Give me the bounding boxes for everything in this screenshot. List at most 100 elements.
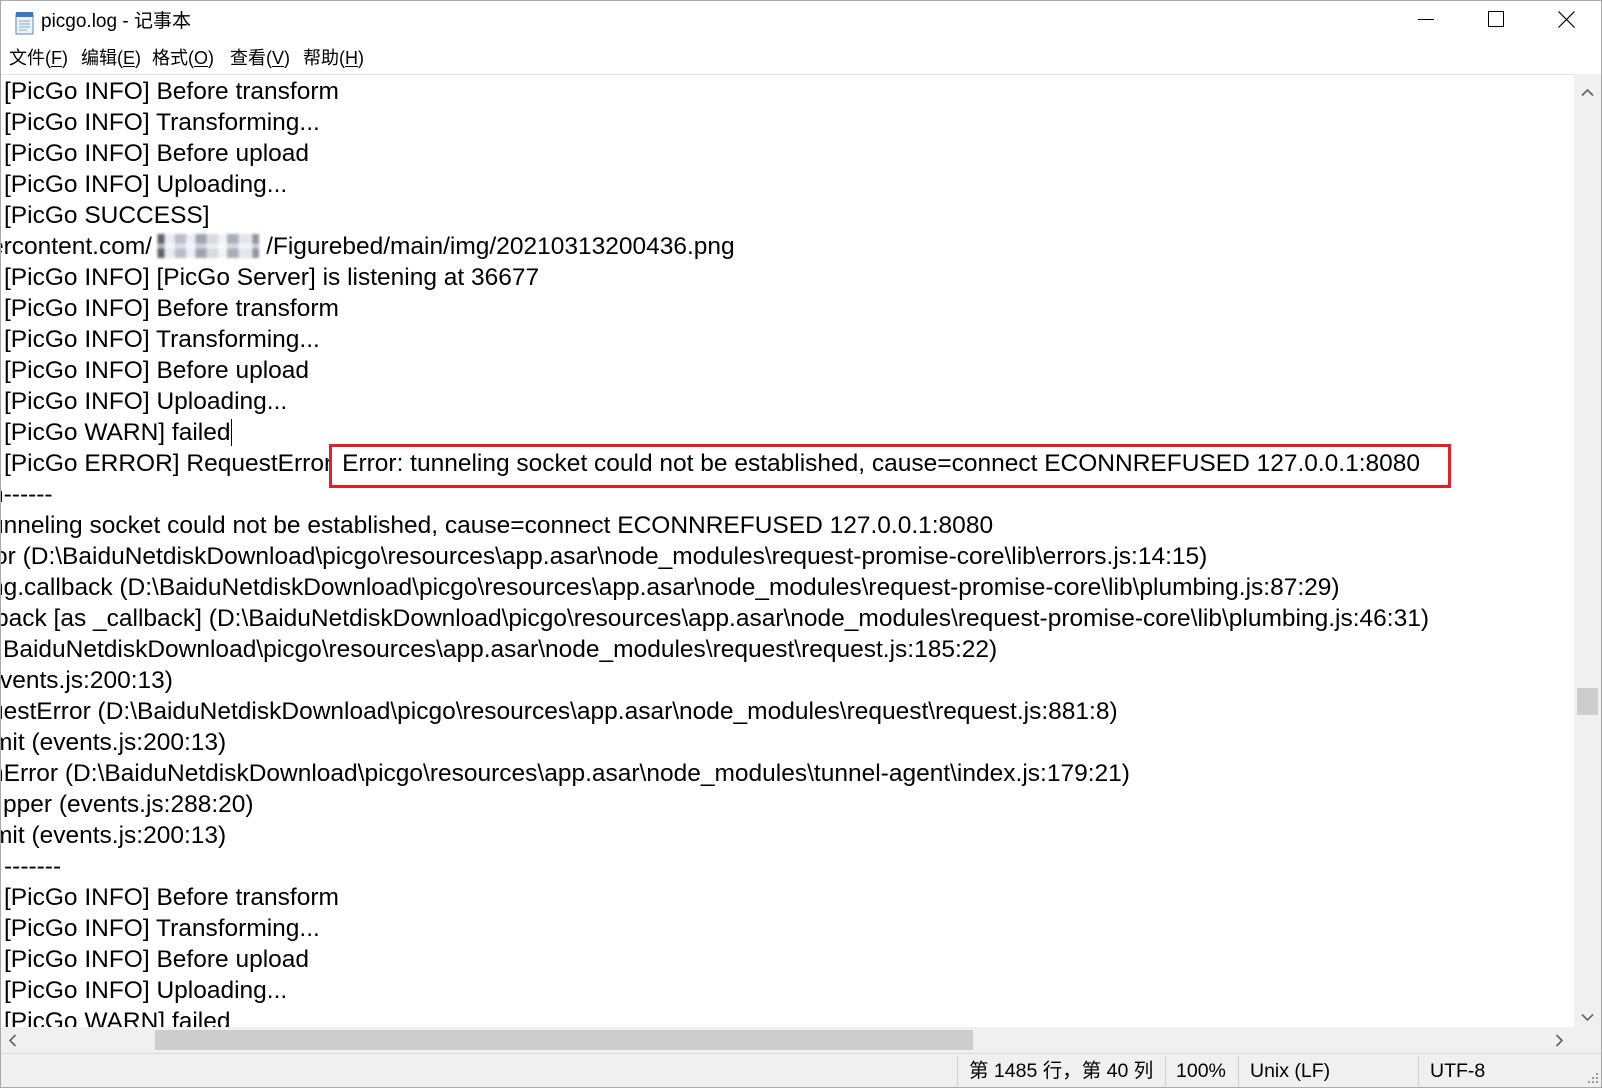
status-separator [1238, 1056, 1239, 1086]
editor-line: [PicGo WARN] failed [4, 1006, 1574, 1027]
chevron-left-icon[interactable] [8, 1034, 17, 1047]
line-text: [PicGo INFO] Before transform [4, 78, 339, 105]
menu-label-text: 查看( [230, 48, 272, 68]
menu-file[interactable]: 文件(F) [8, 42, 69, 74]
editor-line: back [as _callback] (D:\BaiduNetdiskDown… [1, 603, 1574, 634]
editor-line: ng.callback (D:\BaiduNetdiskDownload\pic… [1, 572, 1574, 603]
menu-access-key: O [194, 48, 209, 68]
notepad-window: picgo.log - 记事本 文件(F) 编辑(E) 格式(O) 查看(V) [0, 0, 1602, 1088]
line-text: [PicGo INFO] Before upload [4, 946, 310, 973]
line-text: ercontent.com/ [1, 233, 153, 260]
editor-line: [PicGo INFO] Before upload [4, 355, 1574, 386]
highlighted-error-text: Error: tunneling socket could not be est… [342, 450, 1421, 477]
menu-label-text: 文件( [9, 48, 51, 68]
close-icon [1557, 10, 1575, 33]
editor-line: or (D:\BaiduNetdiskDownload\picgo\resour… [1, 541, 1574, 572]
line-text: [PicGo SUCCESS] [4, 202, 210, 229]
menu-format[interactable]: 格式(O) [151, 42, 215, 74]
editor-line: [PicGo INFO] Uploading... [4, 975, 1574, 1006]
line-text: [PicGo INFO] [PicGo Server] is listening… [4, 264, 540, 291]
minimize-button[interactable] [1391, 1, 1461, 42]
menu-label-text: 编辑( [81, 48, 123, 68]
editor-line: ------- [4, 851, 1574, 882]
menu-label-text: 格式( [152, 48, 194, 68]
line-text: nError (D:\BaiduNetdiskDownload\picgo\re… [1, 760, 1130, 787]
line-text: ------- [4, 853, 62, 880]
vertical-scrollbar[interactable] [1574, 74, 1601, 1027]
editor-line: unneling socket could not be established… [1, 510, 1574, 541]
editor-line: mit (events.js:200:13) [1, 727, 1574, 758]
chevron-up-icon[interactable] [1581, 84, 1594, 97]
menu-access-key: F [51, 48, 62, 68]
line-text: ng.callback (D:\BaiduNetdiskDownload\pic… [1, 574, 1340, 601]
cursor-position: 第 1485 行，第 40 列 [969, 1060, 1154, 1082]
scrollbar-corner [1574, 1027, 1601, 1053]
line-text: unneling socket could not be established… [1, 512, 994, 539]
notepad-icon[interactable] [13, 10, 37, 36]
line-ending: Unix (LF) [1250, 1060, 1331, 1082]
status-separator [1418, 1056, 1419, 1086]
editor-text-area[interactable]: [PicGo INFO] Before transform [PicGo INF… [1, 74, 1574, 1027]
resize-grip-icon[interactable] [1585, 1071, 1599, 1085]
line-text: [PicGo WARN] failed [4, 419, 231, 446]
menu-access-key: E [123, 48, 136, 68]
line-text: or (D:\BaiduNetdiskDownload\picgo\resour… [1, 543, 1208, 570]
editor-line: [PicGo INFO] Transforming... [4, 324, 1574, 355]
vertical-scroll-thumb[interactable] [1577, 688, 1598, 715]
line-text: [PicGo INFO] Before upload [4, 140, 310, 167]
line-text: /Figurebed/main/img/20210313200436.png [266, 233, 735, 260]
menu-label-text: ) [284, 48, 291, 68]
editor-lines: [PicGo INFO] Before transform [PicGo INF… [1, 75, 1574, 1027]
line-text: mit (events.js:200:13) [1, 822, 227, 849]
menu-edit[interactable]: 编辑(E) [80, 42, 142, 74]
horizontal-scrollbar[interactable] [1, 1027, 1574, 1053]
editor-line: [PicGo INFO] Before transform [4, 76, 1574, 107]
line-text: [PicGo INFO] Transforming... [4, 326, 320, 353]
editor-line: [PicGo INFO] Uploading... [4, 169, 1574, 200]
menu-label-text: ) [62, 48, 68, 68]
menu-label-text: ) [208, 48, 215, 68]
minimize-icon [1418, 11, 1434, 32]
line-text: pper (events.js:288:20) [3, 791, 254, 818]
line-text: BaiduNetdiskDownload\picgo\resources\app… [3, 636, 998, 663]
encoding: UTF-8 [1430, 1060, 1486, 1082]
editor-line: nError (D:\BaiduNetdiskDownload\picgo\re… [1, 758, 1574, 789]
editor-line: mit (events.js:200:13) [1, 820, 1574, 851]
editor-line: [PicGo INFO] Before transform [4, 882, 1574, 913]
editor-line: uestError (D:\BaiduNetdiskDownload\picgo… [1, 696, 1574, 727]
menu-view[interactable]: 查看(V) [229, 42, 291, 74]
line-text: [PicGo INFO] Before transform [4, 295, 339, 322]
menu-bar: 文件(F) 编辑(E) 格式(O) 查看(V) 帮助(H) [1, 42, 1601, 74]
menu-label-text: ) [135, 48, 142, 68]
chevron-right-icon[interactable] [1555, 1034, 1564, 1047]
line-text: [PicGo INFO] Transforming... [4, 915, 320, 942]
menu-label-text: ) [358, 48, 364, 68]
zoom-level: 100% [1176, 1060, 1226, 1082]
chevron-down-icon[interactable] [1581, 1009, 1594, 1022]
editor-line: ercontent.com/ /Figurebed/main/img/202103… [1, 231, 1574, 262]
line-text: n------ [1, 481, 53, 508]
line-text: uestError (D:\BaiduNetdiskDownload\picgo… [1, 698, 1118, 725]
status-separator [1165, 1056, 1166, 1086]
editor-line: [PicGo INFO] Before upload [4, 944, 1574, 975]
editor-line: [PicGo INFO] Transforming... [4, 913, 1574, 944]
status-separator [957, 1056, 958, 1086]
menu-help[interactable]: 帮助(H) [302, 42, 365, 74]
title-bar[interactable]: picgo.log - 记事本 [1, 1, 1601, 42]
window-title: picgo.log - 记事本 [41, 11, 191, 32]
maximize-icon [1488, 11, 1504, 32]
text-cursor [231, 419, 233, 446]
maximize-button[interactable] [1461, 1, 1531, 42]
line-text: [PicGo INFO] Uploading... [4, 977, 288, 1004]
close-button[interactable] [1531, 1, 1601, 42]
line-text: [PicGo INFO] Uploading... [4, 388, 288, 415]
annotation-red-box: Error: tunneling socket could not be est… [342, 450, 1420, 477]
editor-line: [PicGo INFO] Before upload [4, 138, 1574, 169]
editor-line: [PicGo SUCCESS] [4, 200, 1574, 231]
line-text: [PicGo INFO] Before upload [4, 357, 310, 384]
line-text: mit (events.js:200:13) [1, 729, 227, 756]
line-text: [PicGo INFO] Before transform [4, 884, 339, 911]
editor-line: pper (events.js:288:20) [3, 789, 1574, 820]
horizontal-scroll-thumb[interactable] [155, 1030, 973, 1050]
line-text: [PicGo WARN] failed [4, 1008, 231, 1027]
